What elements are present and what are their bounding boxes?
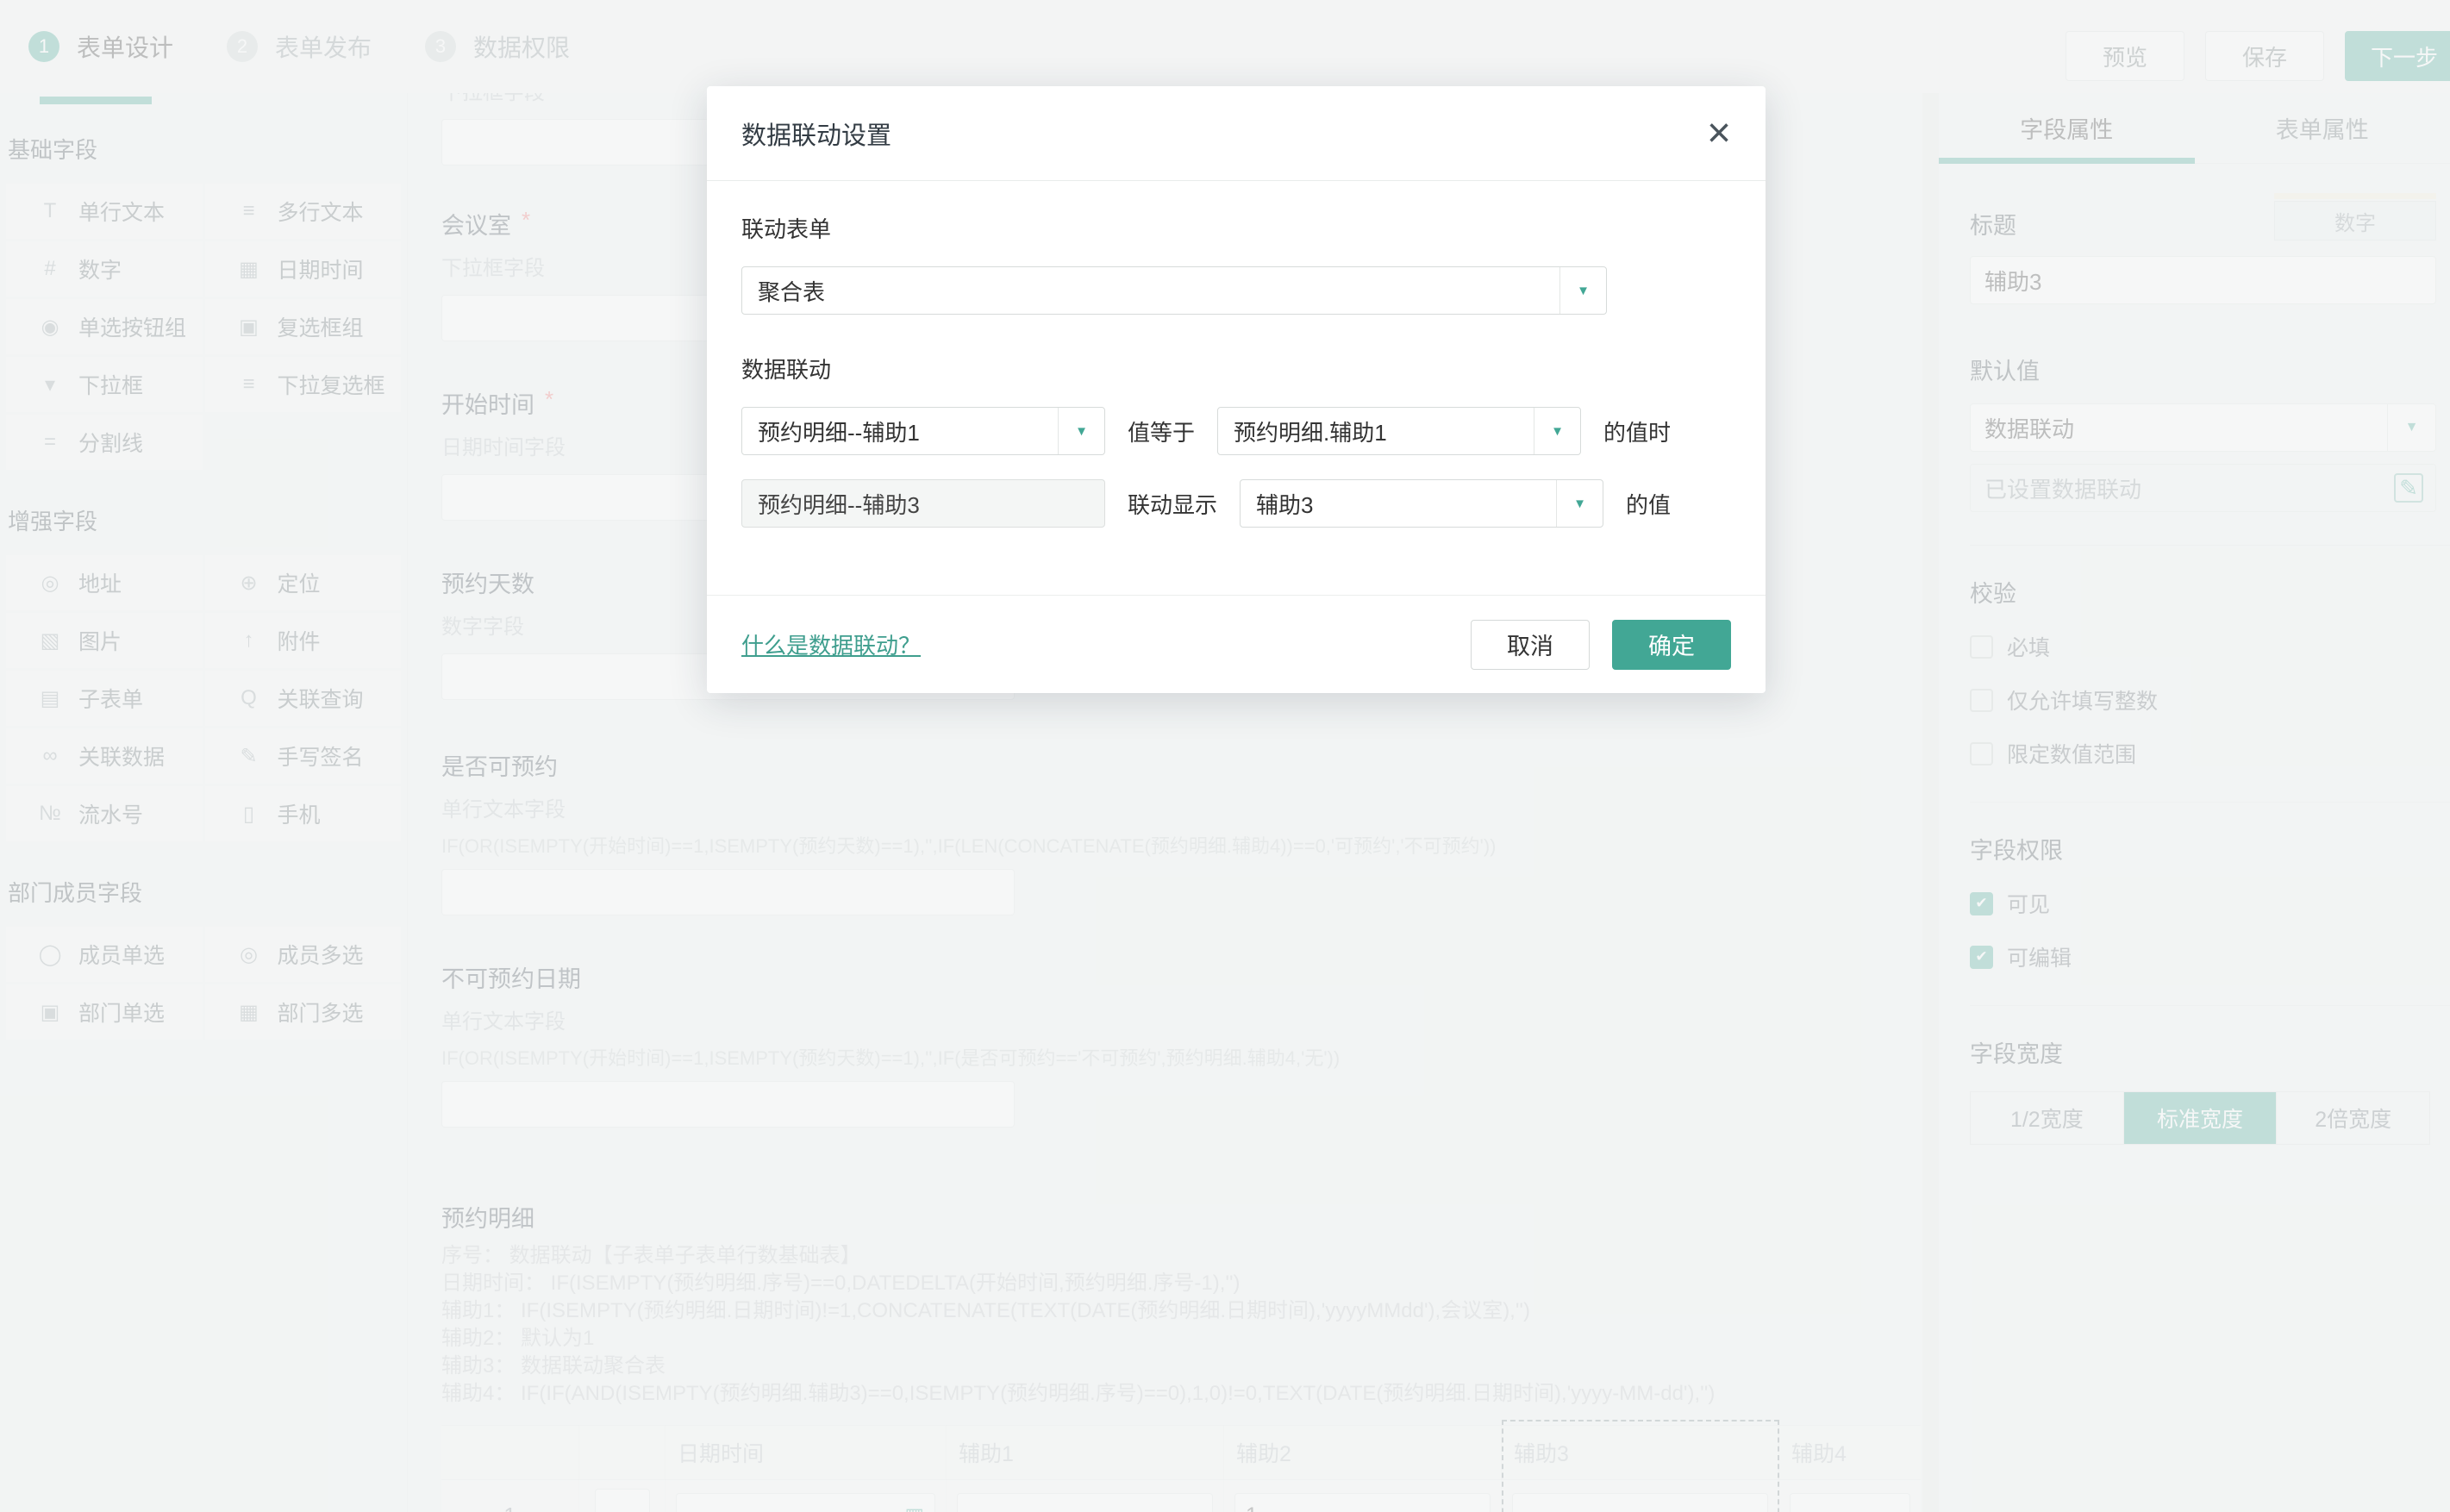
linkage-display-text: 联动显示 (1128, 488, 1217, 520)
linked-form-label: 联动表单 (741, 212, 1731, 244)
linkage-display-row: 预约明细--辅助3 联动显示 辅助3 ▼ 的值 (741, 479, 1731, 528)
linked-form-select[interactable]: 聚合表 ▼ (741, 266, 1607, 315)
modal-header: 数据联动设置 × (707, 86, 1766, 181)
linkage-condition-row: 预约明细--辅助1 ▼ 值等于 预约明细.辅助1 ▼ 的值时 (741, 407, 1731, 455)
chevron-down-icon: ▼ (1534, 408, 1580, 454)
confirm-button[interactable]: 确定 (1612, 620, 1731, 670)
data-linkage-settings-modal: 数据联动设置 × 联动表单 聚合表 ▼ 数据联动 预约明细--辅助1 ▼ 值等于… (707, 86, 1766, 693)
equals-text: 值等于 (1128, 415, 1195, 447)
data-linkage-label: 数据联动 (741, 353, 1731, 384)
reference-field-select[interactable]: 预约明细.辅助1 ▼ (1217, 407, 1581, 455)
value-text: 的值 (1626, 488, 1671, 520)
value-when-text: 的值时 (1603, 415, 1671, 447)
modal-title: 数据联动设置 (741, 116, 891, 152)
chevron-down-icon: ▼ (1559, 267, 1606, 314)
cancel-button[interactable]: 取消 (1471, 620, 1590, 670)
form-designer-app: 1 表单设计 2 表单发布 3 数据权限 预览 保存 下一步 基础字段 T单行文… (0, 0, 2450, 1512)
local-field-select[interactable]: 预约明细--辅助1 ▼ (741, 407, 1105, 455)
modal-footer: 什么是数据联动？ 取消 确定 (707, 595, 1766, 693)
display-field-select[interactable]: 辅助3 ▼ (1240, 479, 1603, 528)
modal-body: 联动表单 聚合表 ▼ 数据联动 预约明细--辅助1 ▼ 值等于 预约明细.辅助1… (707, 181, 1766, 528)
what-is-data-linkage-link[interactable]: 什么是数据联动？ (741, 628, 921, 660)
chevron-down-icon: ▼ (1058, 408, 1104, 454)
close-icon[interactable]: × (1707, 113, 1731, 154)
target-field-input-disabled: 预约明细--辅助3 (741, 479, 1105, 528)
chevron-down-icon: ▼ (1556, 480, 1603, 527)
